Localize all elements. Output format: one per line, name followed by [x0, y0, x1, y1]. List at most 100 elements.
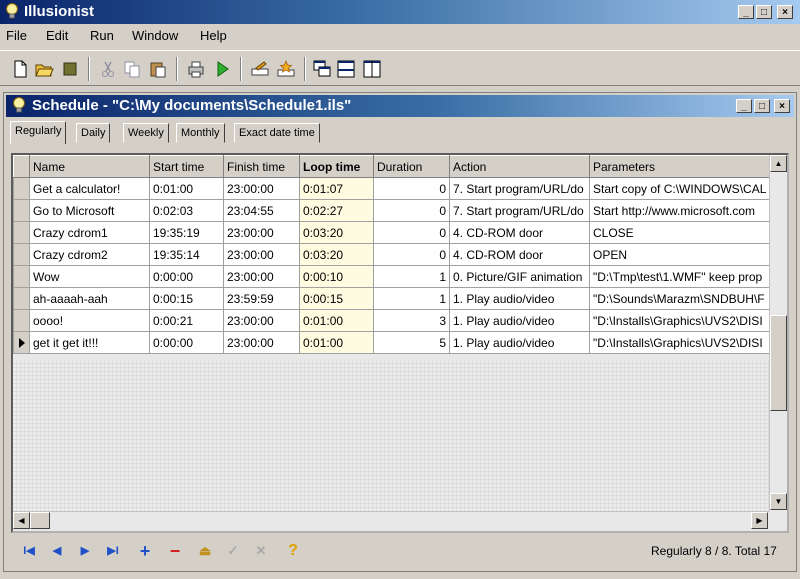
tab-daily[interactable]: Daily	[76, 123, 111, 143]
row-indicator[interactable]	[13, 199, 30, 222]
cell-parameters[interactable]: "D:\Sounds\Marazm\SNDBUH\F	[589, 287, 770, 310]
child-maximize-button[interactable]: □	[754, 99, 770, 113]
cell-loop-time[interactable]: 0:02:27	[299, 199, 374, 222]
new-document-icon[interactable]	[10, 59, 30, 79]
tab-weekly[interactable]: Weekly	[123, 123, 169, 143]
first-record-icon[interactable]: I◀	[19, 541, 39, 561]
scroll-up-button[interactable]: ▲	[770, 155, 787, 172]
help-icon[interactable]: ?	[283, 541, 303, 561]
cell-finish-time[interactable]: 23:00:00	[223, 243, 300, 266]
cell-name[interactable]: Get a calculator!	[29, 177, 150, 200]
last-record-icon[interactable]: ▶I	[103, 541, 123, 561]
row-indicator[interactable]	[13, 287, 30, 310]
cell-action[interactable]: 1. Play audio/video	[449, 331, 590, 354]
table-row[interactable]: Crazy cdrom1 19:35:19 23:00:00 0:03:20 0 4. C…	[13, 221, 770, 244]
cell-parameters[interactable]: "D:\Tmp\test\1.WMF" keep prop	[589, 265, 770, 288]
cell-parameters[interactable]: OPEN	[589, 243, 770, 266]
delete-record-icon[interactable]: −	[165, 541, 185, 561]
cell-duration[interactable]: 1	[373, 287, 450, 310]
vertical-scrollbar[interactable]: ▲ ▼	[769, 155, 787, 511]
cell-start-time[interactable]: 0:00:21	[149, 309, 224, 332]
maximize-button[interactable]: □	[756, 5, 772, 19]
cell-start-time[interactable]: 0:02:03	[149, 199, 224, 222]
cell-finish-time[interactable]: 23:00:00	[223, 177, 300, 200]
scroll-left-button[interactable]: ◀	[13, 512, 30, 529]
edit-record-icon[interactable]: ⏏	[195, 541, 215, 561]
tab-exact-date-time[interactable]: Exact date time	[234, 123, 320, 143]
menu-file[interactable]: File	[6, 28, 27, 43]
column-header-finish-time[interactable]: Finish time	[223, 155, 300, 178]
row-indicator[interactable]	[13, 221, 30, 244]
cell-parameters[interactable]: "D:\Installs\Graphics\UVS2\DISI	[589, 309, 770, 332]
cell-loop-time[interactable]: 0:01:00	[299, 309, 374, 332]
cell-action[interactable]: 1. Play audio/video	[449, 287, 590, 310]
cell-finish-time[interactable]: 23:00:00	[223, 331, 300, 354]
column-header-action[interactable]: Action	[449, 155, 590, 178]
cell-finish-time[interactable]: 23:04:55	[223, 199, 300, 222]
cell-start-time[interactable]: 0:01:00	[149, 177, 224, 200]
cell-parameters[interactable]: Start http://www.microsoft.com	[589, 199, 770, 222]
cell-parameters[interactable]: CLOSE	[589, 221, 770, 244]
cell-loop-time[interactable]: 0:00:10	[299, 265, 374, 288]
column-header-parameters[interactable]: Parameters	[589, 155, 770, 178]
prior-record-icon[interactable]: ◀	[47, 541, 67, 561]
stop-icon[interactable]	[60, 59, 80, 79]
column-header-start-time[interactable]: Start time	[149, 155, 224, 178]
table-row[interactable]: Go to Microsoft 0:02:03 23:04:55 0:02:27 0 7.…	[13, 199, 770, 222]
cell-action[interactable]: 4. CD-ROM door	[449, 221, 590, 244]
table-row[interactable]: oooo! 0:00:21 23:00:00 0:01:00 3 1. Play audi…	[13, 309, 770, 332]
table-row[interactable]: ah-aaaah-aah 0:00:15 23:59:59 0:00:15 1 1. Pl…	[13, 287, 770, 310]
tab-regularly[interactable]: Regularly	[10, 121, 67, 144]
cell-loop-time[interactable]: 0:00:15	[299, 287, 374, 310]
cell-loop-time[interactable]: 0:01:07	[299, 177, 374, 200]
cell-name[interactable]: Crazy cdrom2	[29, 243, 150, 266]
copy-icon[interactable]	[122, 59, 142, 79]
cell-finish-time[interactable]: 23:00:00	[223, 309, 300, 332]
horizontal-scrollbar[interactable]: ◀ ▶	[13, 511, 769, 529]
cancel-record-icon[interactable]: ✕	[251, 541, 271, 561]
cell-action[interactable]: 4. CD-ROM door	[449, 243, 590, 266]
schedule-titlebar[interactable]: Schedule - "C:\My documents\Schedule1.il…	[6, 95, 794, 117]
print-icon[interactable]	[186, 59, 206, 79]
cell-name[interactable]: oooo!	[29, 309, 150, 332]
child-minimize-button[interactable]: _	[736, 99, 752, 113]
cut-icon[interactable]	[98, 59, 118, 79]
post-record-icon[interactable]: ✓	[223, 541, 243, 561]
open-folder-icon[interactable]	[34, 59, 54, 79]
minimize-button[interactable]: _	[738, 5, 754, 19]
cell-duration[interactable]: 0	[373, 177, 450, 200]
cell-action[interactable]: 0. Picture/GIF animation	[449, 265, 590, 288]
insert-record-icon[interactable]: +	[135, 541, 155, 561]
cell-duration[interactable]: 5	[373, 331, 450, 354]
menu-window[interactable]: Window	[132, 28, 178, 43]
cell-loop-time[interactable]: 0:01:00	[299, 331, 374, 354]
cell-finish-time[interactable]: 23:00:00	[223, 265, 300, 288]
cell-start-time[interactable]: 0:00:00	[149, 265, 224, 288]
cell-duration[interactable]: 3	[373, 309, 450, 332]
cell-start-time[interactable]: 19:35:19	[149, 221, 224, 244]
vertical-scroll-thumb[interactable]	[770, 315, 787, 411]
cell-start-time[interactable]: 0:00:00	[149, 331, 224, 354]
next-record-icon[interactable]: ▶	[75, 541, 95, 561]
cell-finish-time[interactable]: 23:00:00	[223, 221, 300, 244]
row-indicator[interactable]	[13, 243, 30, 266]
app-titlebar[interactable]: Illusionist _ □ ×	[0, 0, 800, 24]
tile-horizontal-icon[interactable]	[336, 59, 356, 79]
cell-name[interactable]: Go to Microsoft	[29, 199, 150, 222]
cell-name[interactable]: Crazy cdrom1	[29, 221, 150, 244]
row-indicator[interactable]	[13, 309, 30, 332]
cell-action[interactable]: 7. Start program/URL/do	[449, 177, 590, 200]
cell-parameters[interactable]: Start copy of C:\WINDOWS\CAL	[589, 177, 770, 200]
cell-action[interactable]: 7. Start program/URL/do	[449, 199, 590, 222]
cell-name[interactable]: get it get it!!!	[29, 331, 150, 354]
row-indicator[interactable]	[13, 177, 30, 200]
scroll-down-button[interactable]: ▼	[770, 493, 787, 510]
cell-name[interactable]: Wow	[29, 265, 150, 288]
cell-action[interactable]: 1. Play audio/video	[449, 309, 590, 332]
cell-parameters[interactable]: "D:\Installs\Graphics\UVS2\DISI	[589, 331, 770, 354]
row-indicator[interactable]	[13, 265, 30, 288]
scroll-right-button[interactable]: ▶	[751, 512, 768, 529]
cell-finish-time[interactable]: 23:59:59	[223, 287, 300, 310]
column-header-name[interactable]: Name	[29, 155, 150, 178]
cell-duration[interactable]: 0	[373, 199, 450, 222]
